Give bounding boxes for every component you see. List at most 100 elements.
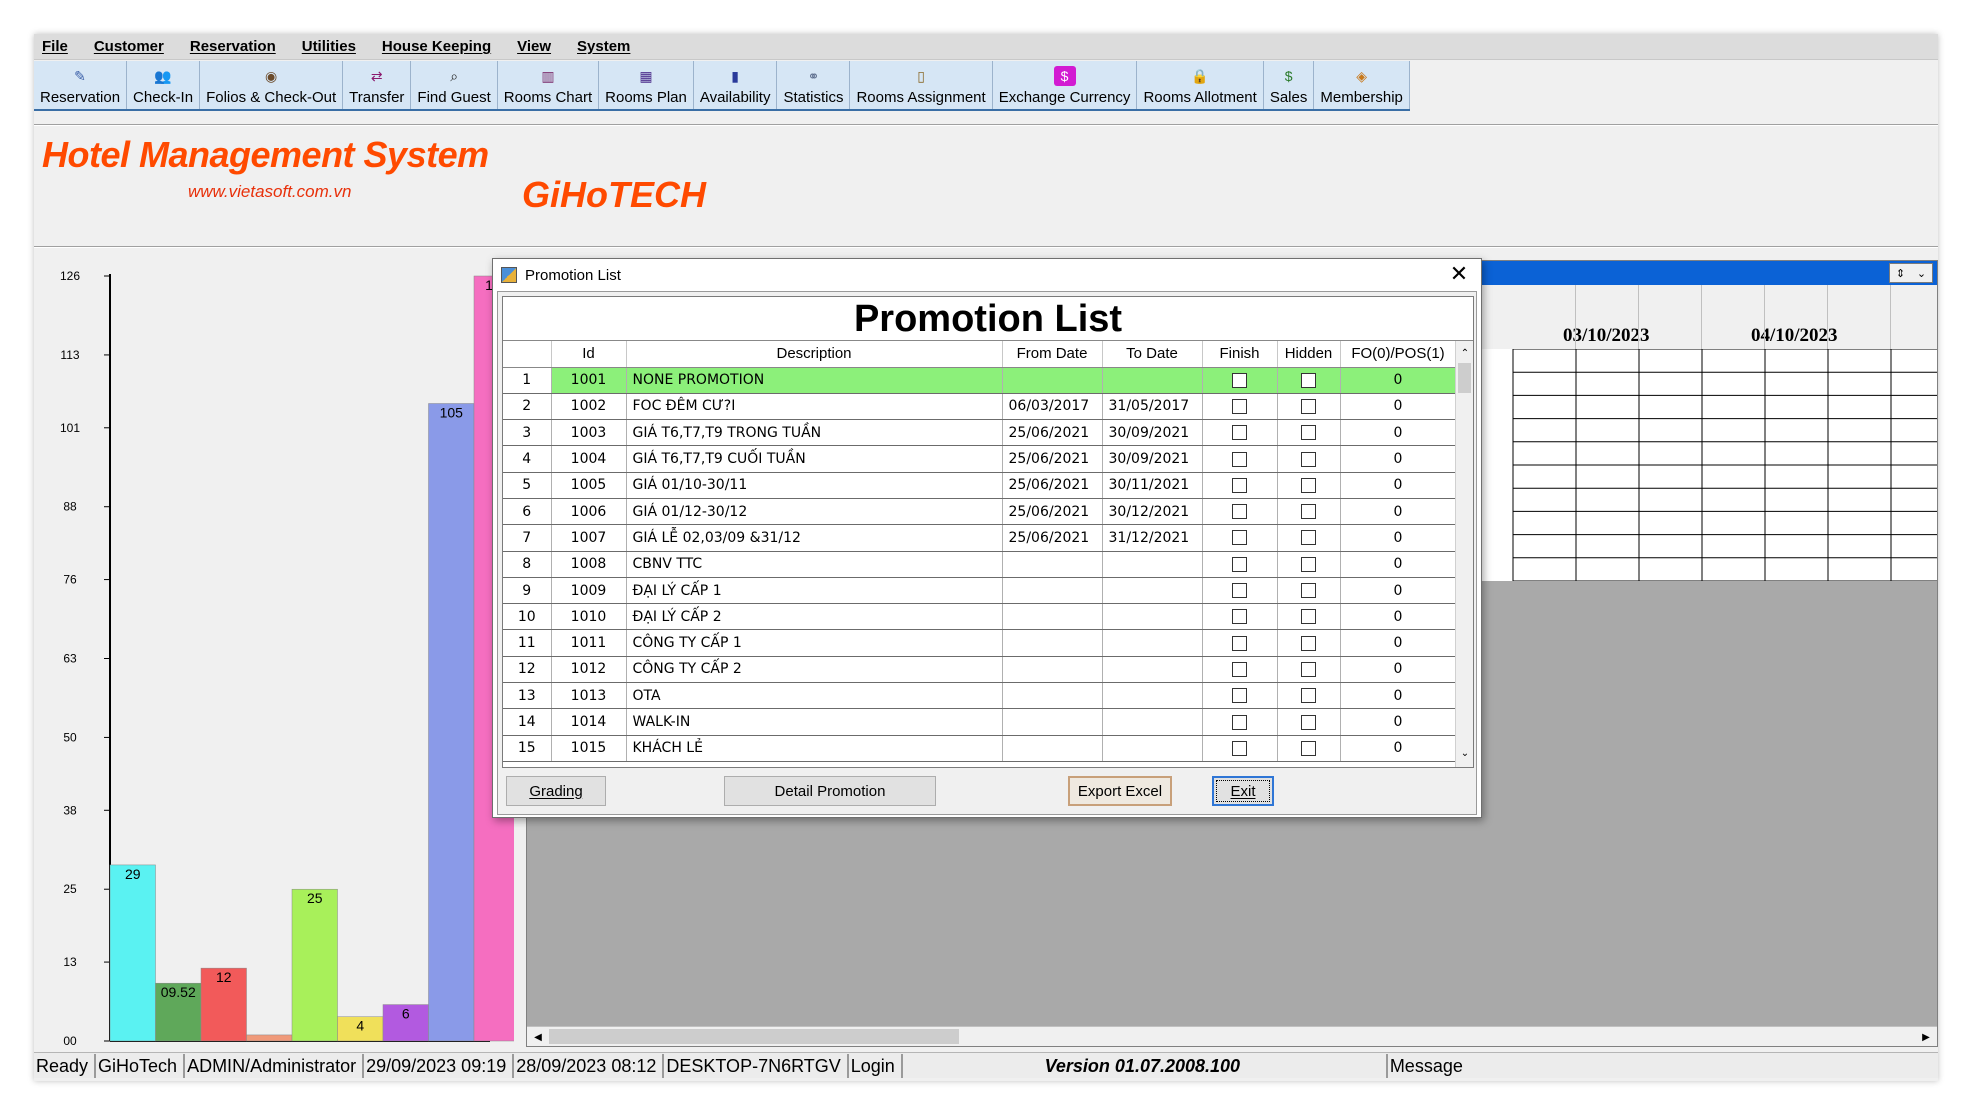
promotion-id[interactable]: 1001 [551,367,627,394]
promotion-id[interactable]: 1014 [551,708,627,736]
toolbar-folios-check-out-button[interactable]: ◉ Folios & Check-Out [200,61,344,109]
menu-house-keeping[interactable]: House Keeping [382,38,491,55]
hidden-checkbox[interactable] [1301,556,1316,572]
hidden-checkbox[interactable] [1301,688,1316,704]
spin-updown-icon[interactable]: ⇕ [1896,267,1905,280]
promotion-id[interactable]: 1006 [551,498,627,526]
table-row[interactable]: 2 1002 FOC ĐÊM CƯ?I 06/03/2017 31/05/2017 0 [503,393,1457,421]
promotion-id[interactable]: 1008 [551,551,627,578]
export-excel-button[interactable]: Export Excel [1068,776,1172,806]
promotion-from-date[interactable]: 25/06/2021 [1002,419,1103,447]
promotion-fo-pos[interactable]: 0 [1340,735,1457,762]
finish-checkbox[interactable] [1232,661,1247,677]
toolbar-statistics-button[interactable]: ⚭ Statistics [777,61,851,109]
promotion-to-date[interactable] [1102,603,1203,631]
promotion-fo-pos[interactable]: 0 [1340,524,1457,552]
promotion-id[interactable]: 1012 [551,656,627,684]
column-header-from-date[interactable]: From Date [1002,341,1103,368]
promotion-description[interactable]: KHÁCH LẺ [626,735,1003,762]
finish-checkbox[interactable] [1232,740,1247,756]
menu-utilities[interactable]: Utilities [302,38,356,55]
toolbar-exchange-currency-button[interactable]: $ Exchange Currency [993,61,1138,109]
column-header-id[interactable]: Id [551,341,627,368]
promotion-id[interactable]: 1004 [551,445,627,473]
finish-checkbox[interactable] [1232,451,1247,467]
table-row[interactable]: 12 1012 CÔNG TY CẤP 2 0 [503,656,1457,684]
hidden-checkbox[interactable] [1301,504,1316,520]
promotion-to-date[interactable]: 31/12/2021 [1102,524,1203,552]
menu-view[interactable]: View [517,38,551,55]
promotion-id[interactable]: 1013 [551,682,627,710]
promotion-fo-pos[interactable]: 0 [1340,603,1457,631]
finish-checkbox[interactable] [1232,530,1247,546]
promotion-from-date[interactable] [1002,367,1103,394]
table-row[interactable]: 7 1007 GIÁ LỄ 02,03/09 &31/12 25/06/2021 31/… [503,524,1457,552]
promotion-from-date[interactable] [1002,708,1103,736]
close-icon[interactable]: ✕ [1447,263,1471,287]
date-spinner[interactable]: ⇕ ⌄ [1889,263,1933,283]
menu-reservation[interactable]: Reservation [190,38,276,55]
scroll-right-icon[interactable]: ▶ [1917,1029,1935,1045]
toolbar-rooms-allotment-button[interactable]: 🔒 Rooms Allotment [1137,61,1264,109]
promotion-fo-pos[interactable]: 0 [1340,498,1457,526]
row-number[interactable]: 3 [503,419,552,447]
promotion-description[interactable]: WALK-IN [626,708,1003,736]
table-row[interactable]: 8 1008 CBNV TTC 0 [503,551,1457,578]
scroll-down-icon[interactable]: ⌄ [1456,745,1473,761]
promotion-from-date[interactable] [1002,735,1103,762]
toolbar-rooms-assignment-button[interactable]: ▯ Rooms Assignment [850,61,993,109]
hidden-checkbox[interactable] [1301,477,1316,493]
promotion-id[interactable]: 1011 [551,629,627,657]
promotion-fo-pos[interactable]: 0 [1340,629,1457,657]
promotion-fo-pos[interactable]: 0 [1340,393,1457,421]
promotion-id[interactable]: 1010 [551,603,627,631]
promotion-description[interactable]: ĐẠI LÝ CẤP 2 [626,603,1003,631]
hidden-checkbox[interactable] [1301,583,1316,599]
promotion-description[interactable]: CBNV TTC [626,551,1003,578]
toolbar-find-guest-button[interactable]: ⌕ Find Guest [411,61,498,109]
scrollbar-thumb[interactable] [549,1029,959,1044]
promotion-description[interactable]: GIÁ 01/12-30/12 [626,498,1003,526]
promotion-description[interactable]: FOC ĐÊM CƯ?I [626,393,1003,421]
finish-checkbox[interactable] [1232,556,1247,572]
toolbar-availability-button[interactable]: ▮ Availability [694,61,778,109]
promotion-from-date[interactable]: 25/06/2021 [1002,445,1103,473]
promotion-from-date[interactable]: 25/06/2021 [1002,472,1103,499]
table-row[interactable]: 4 1004 GIÁ T6,T7,T9 CUỐI TUẦN 25/06/2021 30/… [503,445,1457,473]
row-number[interactable]: 8 [503,551,552,578]
row-number[interactable]: 11 [503,629,552,657]
promotion-to-date[interactable]: 30/11/2021 [1102,472,1203,499]
promotion-from-date[interactable] [1002,577,1103,605]
finish-checkbox[interactable] [1232,688,1247,704]
promotion-from-date[interactable]: 25/06/2021 [1002,498,1103,526]
hidden-checkbox[interactable] [1301,398,1316,414]
vertical-scrollbar[interactable]: ⌃ ⌄ [1455,341,1473,767]
promotion-description[interactable]: GIÁ T6,T7,T9 TRONG TUẦN [626,419,1003,447]
toolbar-check-in-button[interactable]: 👥 Check-In [127,61,201,109]
promotion-from-date[interactable]: 25/06/2021 [1002,524,1103,552]
hidden-checkbox[interactable] [1301,530,1316,546]
promotion-description[interactable]: GIÁ T6,T7,T9 CUỐI TUẦN [626,445,1003,473]
column-header-to-date[interactable]: To Date [1102,341,1203,368]
hidden-checkbox[interactable] [1301,661,1316,677]
table-row[interactable]: 9 1009 ĐẠI LÝ CẤP 1 0 [503,577,1457,605]
promotion-fo-pos[interactable]: 0 [1340,682,1457,710]
toolbar-sales-button[interactable]: $ Sales [1264,61,1315,109]
promotion-fo-pos[interactable]: 0 [1340,708,1457,736]
table-row[interactable]: 15 1015 KHÁCH LẺ 0 [503,735,1457,762]
promotion-from-date[interactable]: 06/03/2017 [1002,393,1103,421]
row-number[interactable]: 9 [503,577,552,605]
toolbar-reservation-button[interactable]: ✎ Reservation [34,61,128,109]
finish-checkbox[interactable] [1232,583,1247,599]
column-header-description[interactable]: Description [626,341,1003,368]
promotion-fo-pos[interactable]: 0 [1340,472,1457,499]
exit-button[interactable]: Exit [1212,776,1274,806]
hidden-checkbox[interactable] [1301,451,1316,467]
promotion-to-date[interactable] [1102,708,1203,736]
row-number[interactable]: 15 [503,735,552,762]
menu-system[interactable]: System [577,38,630,55]
promotion-to-date[interactable]: 30/09/2021 [1102,419,1203,447]
toolbar-membership-button[interactable]: ◈ Membership [1314,61,1410,109]
detail-promotion-button[interactable]: Detail Promotion [724,776,936,806]
promotion-description[interactable]: NONE PROMOTION [626,367,1003,394]
